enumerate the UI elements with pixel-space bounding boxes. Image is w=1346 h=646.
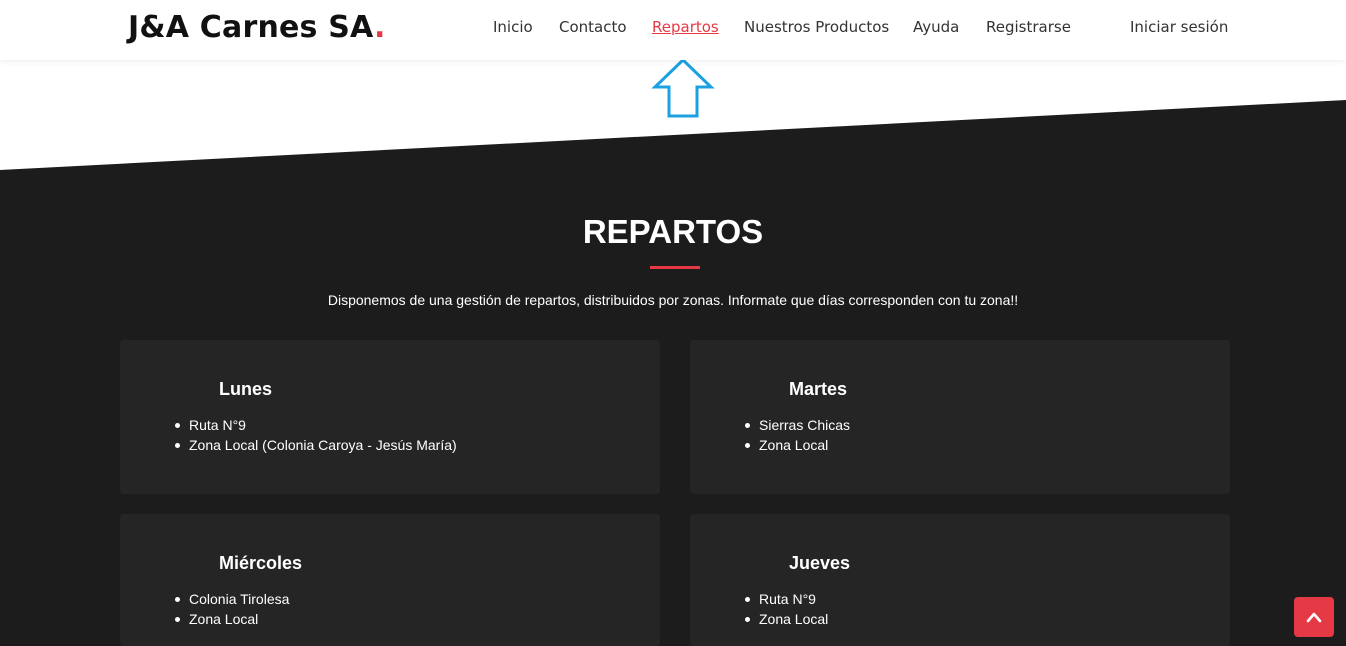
day-title: Lunes xyxy=(219,379,273,399)
login-link[interactable]: Iniciar sesión xyxy=(1130,17,1228,37)
list-item: Colonia Tirolesa xyxy=(174,591,290,607)
zone-list: Sierras Chicas Zona Local xyxy=(744,415,851,455)
day-title: Martes xyxy=(789,379,848,399)
zone-list: Ruta N°9 Zona Local (Colonia Caroya - Je… xyxy=(175,415,457,455)
site-logo[interactable]: J&A Carnes SA. xyxy=(128,8,386,48)
nav-link-inicio[interactable]: Inicio xyxy=(493,17,533,37)
list-item: Zona Local xyxy=(744,611,829,627)
logo-text: J&A Carnes SA xyxy=(128,10,375,45)
day-card-martes: Martes Sierras Chicas Zona Local xyxy=(690,340,1230,494)
scroll-to-top-button[interactable] xyxy=(1294,597,1334,637)
zone-list: Ruta N°9 Zona Local xyxy=(744,589,829,629)
list-item: Zona Local (Colonia Caroya - Jesús María… xyxy=(175,437,457,453)
list-item: Zona Local xyxy=(174,609,289,629)
day-title: Miércoles xyxy=(219,553,303,573)
nav-link-registrarse[interactable]: Registrarse xyxy=(986,17,1071,37)
logo-dot: . xyxy=(374,10,386,45)
title-underline xyxy=(650,266,700,269)
day-card-miercoles: Miércoles Colonia Tirolesa Zona Local xyxy=(120,514,660,646)
nav-link-ayuda[interactable]: Ayuda xyxy=(913,17,959,37)
up-arrow-icon xyxy=(651,57,715,118)
site-header: J&A Carnes SA. Inicio Contacto Repartos … xyxy=(0,0,1346,60)
day-card-lunes: Lunes Ruta N°9 Zona Local (Colonia Caroy… xyxy=(120,340,660,494)
list-item: Ruta N°9 xyxy=(744,589,828,609)
nav-link-repartos[interactable]: Repartos xyxy=(652,17,719,37)
section-title: REPARTOS xyxy=(582,213,764,250)
day-title: Jueves xyxy=(789,553,851,573)
day-card-jueves: Jueves Ruta N°9 Zona Local xyxy=(690,514,1230,646)
list-item: Sierras Chicas xyxy=(744,417,851,433)
nav-link-nuestros-productos[interactable]: Nuestros Productos xyxy=(744,17,889,37)
chevron-up-icon xyxy=(1306,612,1322,623)
list-item: Ruta N°9 xyxy=(175,415,457,435)
zone-list: Colonia Tirolesa Zona Local xyxy=(174,589,290,629)
list-item: Zona Local xyxy=(744,435,850,455)
nav-link-contacto[interactable]: Contacto xyxy=(559,17,627,37)
section-intro: Disponemos de una gestión de repartos, d… xyxy=(327,292,1019,308)
